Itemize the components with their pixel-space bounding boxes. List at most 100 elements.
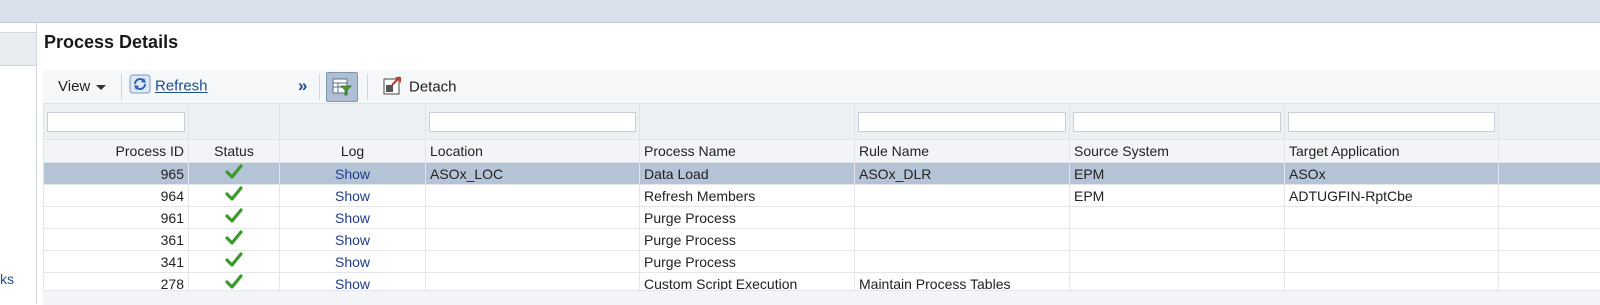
page-title: Process Details bbox=[44, 32, 178, 53]
location-filter-input[interactable] bbox=[429, 112, 636, 132]
rule-name-filter-input[interactable] bbox=[858, 112, 1066, 132]
spacer-cell bbox=[1499, 229, 1600, 251]
rule-name-cell bbox=[855, 185, 1070, 207]
view-label: View bbox=[58, 78, 90, 95]
process-table: Process ID Status Log Location Process N… bbox=[43, 103, 1600, 295]
rule-name-cell bbox=[855, 207, 1070, 229]
spacer-cell bbox=[1499, 251, 1600, 273]
success-check-icon bbox=[225, 186, 243, 205]
toolbar-divider bbox=[319, 74, 320, 100]
filter-cell bbox=[44, 104, 189, 140]
target-application-cell bbox=[1285, 229, 1499, 251]
log-cell: Show bbox=[280, 163, 426, 185]
filter-cell bbox=[189, 104, 280, 140]
target-application-filter-input[interactable] bbox=[1288, 112, 1495, 132]
status-cell bbox=[189, 251, 280, 273]
toolbar: View Refresh » bbox=[43, 70, 1600, 104]
show-log-link[interactable]: Show bbox=[335, 188, 370, 204]
success-check-icon bbox=[225, 164, 243, 183]
log-cell: Show bbox=[280, 185, 426, 207]
filter-cell bbox=[1499, 104, 1600, 140]
process-id-cell: 961 bbox=[44, 207, 189, 229]
process-name-cell: Purge Process bbox=[640, 207, 855, 229]
column-header-rule-name[interactable]: Rule Name bbox=[855, 140, 1070, 163]
show-log-link[interactable]: Show bbox=[335, 232, 370, 248]
view-menu-button[interactable]: View bbox=[58, 78, 106, 95]
column-header-process-id[interactable]: Process ID bbox=[44, 140, 189, 163]
spacer-cell bbox=[1499, 163, 1600, 185]
show-log-link[interactable]: Show bbox=[335, 166, 370, 182]
rule-name-cell bbox=[855, 229, 1070, 251]
location-cell bbox=[426, 207, 640, 229]
success-check-icon bbox=[225, 252, 243, 271]
process-id-cell: 965 bbox=[44, 163, 189, 185]
target-application-cell bbox=[1285, 207, 1499, 229]
detach-icon bbox=[383, 75, 403, 99]
location-cell bbox=[426, 229, 640, 251]
column-header-process-name[interactable]: Process Name bbox=[640, 140, 855, 163]
refresh-button[interactable]: Refresh bbox=[129, 74, 208, 98]
column-header-source-system[interactable]: Source System bbox=[1070, 140, 1285, 163]
left-panel-link[interactable]: ks bbox=[0, 271, 14, 287]
refresh-label: Refresh bbox=[155, 78, 208, 95]
top-banner bbox=[0, 0, 1600, 23]
source-system-cell bbox=[1070, 229, 1285, 251]
status-cell bbox=[189, 207, 280, 229]
process-id-cell: 964 bbox=[44, 185, 189, 207]
more-overflow-button[interactable]: » bbox=[298, 76, 307, 96]
location-cell bbox=[426, 185, 640, 207]
spacer-cell bbox=[1499, 207, 1600, 229]
detach-label: Detach bbox=[409, 79, 457, 96]
process-id-filter-input[interactable] bbox=[47, 112, 185, 132]
status-cell bbox=[189, 185, 280, 207]
refresh-icon bbox=[129, 74, 151, 98]
filter-cell bbox=[855, 104, 1070, 140]
filter-cell bbox=[640, 104, 855, 140]
filter-cell bbox=[1285, 104, 1499, 140]
filter-row bbox=[44, 104, 1600, 140]
source-system-cell: EPM bbox=[1070, 185, 1285, 207]
show-log-link[interactable]: Show bbox=[335, 210, 370, 226]
toolbar-divider bbox=[367, 74, 368, 100]
toolbar-divider bbox=[121, 74, 122, 100]
table-row[interactable]: 965ShowASOx_LOCData LoadASOx_DLREPMASOx bbox=[44, 163, 1600, 185]
process-name-cell: Purge Process bbox=[640, 229, 855, 251]
log-cell: Show bbox=[280, 251, 426, 273]
left-panel: ks bbox=[0, 23, 37, 304]
process-id-cell: 361 bbox=[44, 229, 189, 251]
rule-name-cell bbox=[855, 251, 1070, 273]
column-header-location[interactable]: Location bbox=[426, 140, 640, 163]
table-row[interactable]: 361 Show Purge Process bbox=[44, 229, 1600, 251]
source-system-cell bbox=[1070, 207, 1285, 229]
header-row: Process ID Status Log Location Process N… bbox=[44, 140, 1600, 163]
target-application-cell: ADTUGFIN-RptCbe bbox=[1285, 185, 1499, 207]
source-system-filter-input[interactable] bbox=[1073, 112, 1281, 132]
success-check-icon bbox=[225, 230, 243, 249]
filter-cell bbox=[426, 104, 640, 140]
show-log-link[interactable]: Show bbox=[335, 254, 370, 270]
filter-icon bbox=[332, 78, 352, 96]
column-header-log[interactable]: Log bbox=[280, 140, 426, 163]
chevron-down-icon bbox=[96, 85, 106, 90]
filter-cell bbox=[280, 104, 426, 140]
column-header-target-application[interactable]: Target Application bbox=[1285, 140, 1499, 163]
target-application-cell: ASOx bbox=[1285, 163, 1499, 185]
filter-cell bbox=[1070, 104, 1285, 140]
success-check-icon bbox=[225, 208, 243, 227]
rule-name-cell: ASOx_DLR bbox=[855, 163, 1070, 185]
detach-button[interactable]: Detach bbox=[383, 75, 457, 99]
query-by-example-button[interactable] bbox=[326, 72, 358, 102]
status-cell bbox=[189, 229, 280, 251]
location-cell bbox=[426, 251, 640, 273]
source-system-cell: EPM bbox=[1070, 163, 1285, 185]
column-header-status[interactable]: Status bbox=[189, 140, 280, 163]
process-name-cell: Data Load bbox=[640, 163, 855, 185]
column-header-spacer bbox=[1499, 140, 1600, 163]
table-footer bbox=[43, 290, 1600, 305]
left-panel-tab[interactable] bbox=[0, 32, 36, 66]
table-row[interactable]: 961 Show Purge Process bbox=[44, 207, 1600, 229]
table-row[interactable]: 964 Show Refresh Members EPMADTUGFIN-RptCbe bbox=[44, 185, 1600, 207]
process-name-cell: Refresh Members bbox=[640, 185, 855, 207]
status-cell bbox=[189, 163, 280, 185]
table-row[interactable]: 341ShowPurge Process bbox=[44, 251, 1600, 273]
